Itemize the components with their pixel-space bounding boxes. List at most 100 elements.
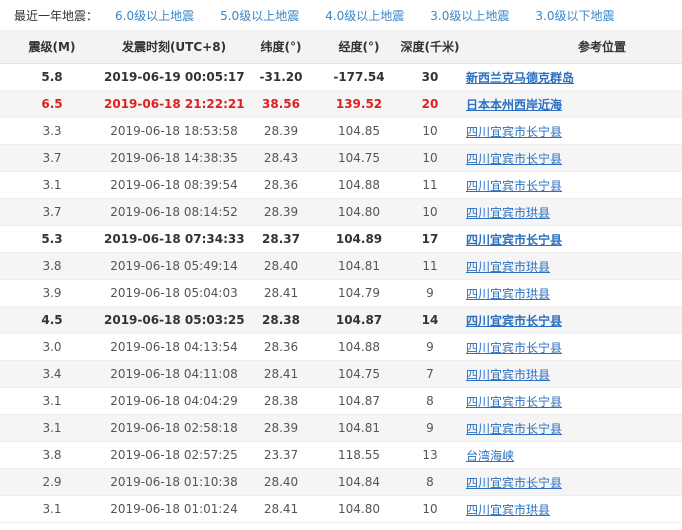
cell-latitude: 38.56	[244, 90, 318, 118]
cell-location: 四川宜宾市长宁县	[460, 387, 682, 415]
location-link[interactable]: 四川宜宾市长宁县	[466, 395, 562, 409]
table-header-row: 震级(M) 发震时刻(UTC+8) 纬度(°) 经度(°) 深度(千米) 参考位…	[0, 30, 682, 64]
location-link[interactable]: 四川宜宾市珙县	[466, 260, 550, 274]
cell-time: 2019-06-18 05:03:25	[104, 306, 244, 334]
cell-longitude: 104.84	[318, 468, 400, 496]
cell-location: 四川宜宾市长宁县	[460, 414, 682, 442]
cell-location: 台湾海峡	[460, 441, 682, 469]
cell-location: 四川宜宾市珙县	[460, 279, 682, 307]
cell-longitude: 104.80	[318, 198, 400, 226]
cell-longitude: 104.87	[318, 387, 400, 415]
location-link[interactable]: 四川宜宾市长宁县	[466, 341, 562, 355]
cell-depth: 17	[400, 225, 460, 253]
header-location: 参考位置	[460, 30, 682, 64]
location-link[interactable]: 四川宜宾市珙县	[466, 503, 550, 517]
filter-link-6plus[interactable]: 6.0级以上地震	[115, 7, 194, 24]
cell-location: 四川宜宾市珙县	[460, 198, 682, 226]
location-link[interactable]: 四川宜宾市长宁县	[466, 422, 562, 436]
cell-location: 四川宜宾市长宁县	[460, 306, 682, 334]
location-link[interactable]: 四川宜宾市长宁县	[466, 125, 562, 139]
cell-magnitude: 3.0	[0, 333, 104, 361]
filter-link-3plus[interactable]: 3.0级以上地震	[430, 7, 509, 24]
cell-depth: 9	[400, 279, 460, 307]
earthquake-table: 震级(M) 发震时刻(UTC+8) 纬度(°) 经度(°) 深度(千米) 参考位…	[0, 30, 682, 523]
cell-latitude: -31.20	[244, 63, 318, 91]
cell-depth: 8	[400, 468, 460, 496]
cell-latitude: 28.39	[244, 414, 318, 442]
cell-latitude: 28.40	[244, 468, 318, 496]
location-link[interactable]: 四川宜宾市长宁县	[466, 233, 562, 247]
cell-longitude: -177.54	[318, 63, 400, 91]
cell-time: 2019-06-18 01:01:24	[104, 495, 244, 523]
location-link[interactable]: 四川宜宾市珙县	[466, 368, 550, 382]
cell-longitude: 104.89	[318, 225, 400, 253]
cell-magnitude: 3.8	[0, 252, 104, 280]
cell-depth: 10	[400, 144, 460, 172]
location-link[interactable]: 四川宜宾市长宁县	[466, 152, 562, 166]
table-row: 5.8 2019-06-19 00:05:17 -31.20 -177.54 30 新西兰…	[0, 63, 682, 91]
cell-longitude: 118.55	[318, 441, 400, 469]
location-link[interactable]: 四川宜宾市珙县	[466, 206, 550, 220]
filter-link-3minus[interactable]: 3.0级以下地震	[535, 7, 614, 24]
cell-longitude: 104.75	[318, 144, 400, 172]
location-link[interactable]: 四川宜宾市珙县	[466, 287, 550, 301]
cell-longitude: 104.81	[318, 252, 400, 280]
cell-magnitude: 3.1	[0, 495, 104, 523]
cell-location: 四川宜宾市长宁县	[460, 225, 682, 253]
header-magnitude: 震级(M)	[0, 30, 104, 64]
table-row: 3.3 2019-06-18 18:53:58 28.39 104.85 10 四川宜宾市…	[0, 117, 682, 145]
table-body: 5.8 2019-06-19 00:05:17 -31.20 -177.54 30 新西兰…	[0, 63, 682, 523]
table-row: 3.1 2019-06-18 02:58:18 28.39 104.81 9 四川宜宾市长…	[0, 414, 682, 442]
cell-latitude: 28.39	[244, 198, 318, 226]
cell-depth: 10	[400, 495, 460, 523]
table-row: 3.0 2019-06-18 04:13:54 28.36 104.88 9 四川宜宾市长…	[0, 333, 682, 361]
header-longitude: 经度(°)	[318, 30, 400, 64]
cell-depth: 9	[400, 414, 460, 442]
location-link[interactable]: 日本本州西岸近海	[466, 98, 562, 112]
cell-depth: 7	[400, 360, 460, 388]
cell-time: 2019-06-18 07:34:33	[104, 225, 244, 253]
cell-longitude: 104.88	[318, 333, 400, 361]
filter-link-4plus[interactable]: 4.0级以上地震	[325, 7, 404, 24]
cell-longitude: 104.85	[318, 117, 400, 145]
cell-time: 2019-06-18 04:11:08	[104, 360, 244, 388]
cell-time: 2019-06-18 05:49:14	[104, 252, 244, 280]
cell-magnitude: 3.7	[0, 144, 104, 172]
cell-latitude: 28.41	[244, 495, 318, 523]
cell-longitude: 104.87	[318, 306, 400, 334]
location-link[interactable]: 台湾海峡	[466, 449, 514, 463]
cell-magnitude: 5.8	[0, 63, 104, 91]
cell-location: 四川宜宾市长宁县	[460, 468, 682, 496]
location-link[interactable]: 四川宜宾市长宁县	[466, 179, 562, 193]
cell-latitude: 28.37	[244, 225, 318, 253]
cell-latitude: 28.40	[244, 252, 318, 280]
cell-time: 2019-06-18 18:53:58	[104, 117, 244, 145]
filter-label: 最近一年地震：	[14, 8, 99, 23]
cell-magnitude: 3.1	[0, 171, 104, 199]
location-link[interactable]: 四川宜宾市长宁县	[466, 314, 562, 328]
cell-latitude: 23.37	[244, 441, 318, 469]
table-row: 4.5 2019-06-18 05:03:25 28.38 104.87 14 四川宜宾市…	[0, 306, 682, 334]
cell-magnitude: 3.3	[0, 117, 104, 145]
table-row: 3.4 2019-06-18 04:11:08 28.41 104.75 7 四川宜宾市珙…	[0, 360, 682, 388]
cell-latitude: 28.36	[244, 171, 318, 199]
table-row: 5.3 2019-06-18 07:34:33 28.37 104.89 17 四川宜宾市…	[0, 225, 682, 253]
table-row: 2.9 2019-06-18 01:10:38 28.40 104.84 8 四川宜宾市长…	[0, 468, 682, 496]
cell-magnitude: 2.9	[0, 468, 104, 496]
table-row: 3.1 2019-06-18 01:01:24 28.41 104.80 10 四川宜宾市…	[0, 495, 682, 523]
cell-time: 2019-06-18 08:39:54	[104, 171, 244, 199]
location-link[interactable]: 新西兰克马德克群岛	[466, 71, 574, 85]
filter-link-5plus[interactable]: 5.0级以上地震	[220, 7, 299, 24]
cell-longitude: 104.79	[318, 279, 400, 307]
cell-location: 四川宜宾市长宁县	[460, 333, 682, 361]
cell-longitude: 104.81	[318, 414, 400, 442]
location-link[interactable]: 四川宜宾市长宁县	[466, 476, 562, 490]
table-row: 6.5 2019-06-18 21:22:21 38.56 139.52 20 日本本州西…	[0, 90, 682, 118]
cell-depth: 14	[400, 306, 460, 334]
cell-depth: 11	[400, 252, 460, 280]
cell-latitude: 28.43	[244, 144, 318, 172]
cell-location: 日本本州西岸近海	[460, 90, 682, 118]
cell-depth: 30	[400, 63, 460, 91]
cell-location: 新西兰克马德克群岛	[460, 63, 682, 91]
cell-time: 2019-06-18 21:22:21	[104, 90, 244, 118]
